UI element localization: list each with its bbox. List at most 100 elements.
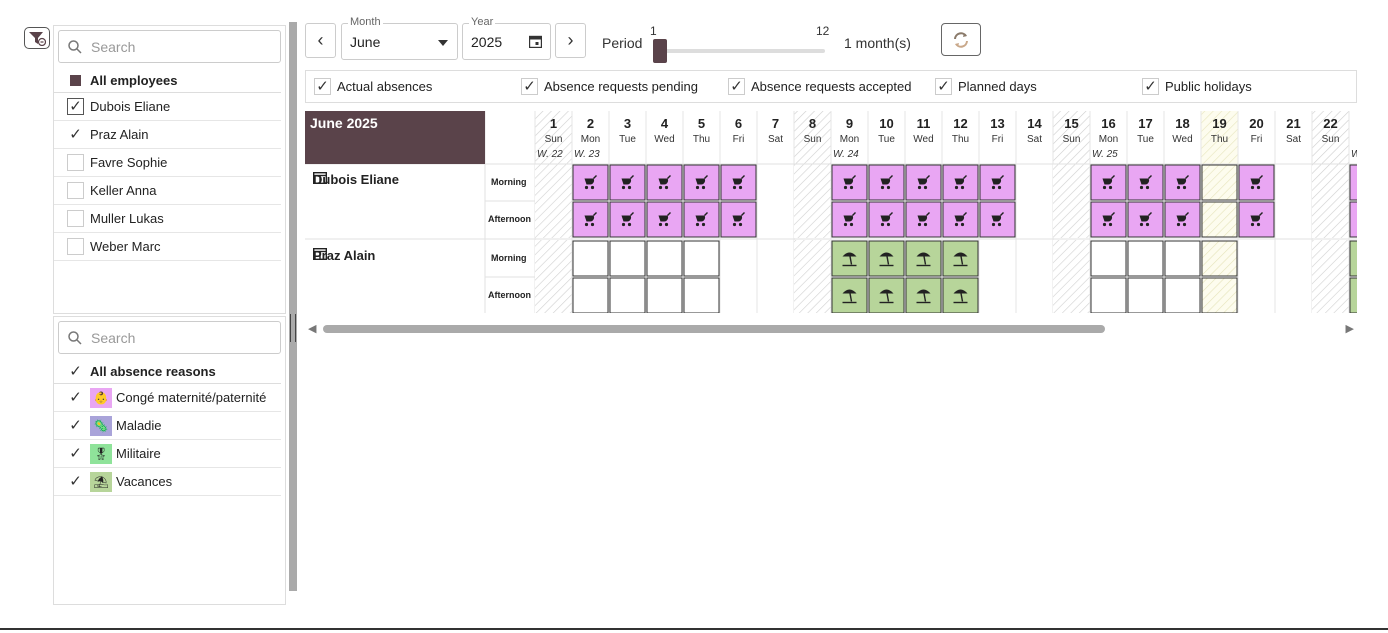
planned-day-cell[interactable] [1127, 240, 1164, 277]
absence-cell[interactable] [1349, 277, 1357, 313]
legend-requests-pending[interactable]: Absence requests pending [521, 78, 698, 95]
reason-search-input[interactable]: Search [58, 321, 281, 354]
calendar-employee-name[interactable]: Dubois Eliane [313, 172, 399, 187]
week-number-label: W. 25 [1092, 149, 1118, 160]
all-reasons-checkbox[interactable] [67, 363, 84, 380]
employee-checkbox[interactable] [67, 210, 84, 227]
month-select[interactable]: Month June [341, 16, 458, 60]
scrollbar-thumb[interactable] [323, 325, 1105, 333]
planned-day-cell[interactable] [683, 277, 720, 313]
legend-checkbox[interactable] [314, 78, 331, 95]
legend-requests-accepted[interactable]: Absence requests accepted [728, 78, 911, 95]
all-reasons-row[interactable]: All absence reasons [54, 360, 281, 384]
weekday-label: Wed [654, 134, 675, 145]
reason-checkbox[interactable] [67, 473, 84, 490]
reason-checkbox[interactable] [67, 389, 84, 406]
employee-checkbox[interactable] [67, 98, 84, 115]
reason-row[interactable]: ⛱ Vacances [54, 468, 281, 496]
all-employees-checkbox[interactable] [67, 72, 84, 89]
planned-day-cell[interactable] [609, 277, 646, 313]
reason-row[interactable]: 👶 Congé maternité/paternité [54, 384, 281, 412]
employee-row[interactable]: Favre Sophie [54, 149, 281, 177]
employee-row[interactable]: Praz Alain [54, 121, 281, 149]
absence-cell[interactable] [942, 240, 979, 277]
slot-label: Morning [491, 253, 527, 263]
holiday-cell[interactable] [1201, 240, 1238, 277]
absence-cell[interactable] [905, 277, 942, 313]
legend-checkbox[interactable] [1142, 78, 1159, 95]
filter-toggle-button[interactable] [24, 27, 50, 49]
bottom-border [0, 628, 1388, 630]
day-number: 3 [623, 116, 632, 131]
scroll-right-icon[interactable]: ▶ [1346, 322, 1354, 335]
employee-checkbox[interactable] [67, 182, 84, 199]
planned-day-cell[interactable] [1164, 277, 1201, 313]
planned-day-cell[interactable] [572, 240, 609, 277]
all-employees-row[interactable]: All employees [54, 69, 281, 93]
legend-planned-days[interactable]: Planned days [935, 78, 1037, 95]
absence-cell[interactable] [1349, 240, 1357, 277]
employee-checkbox[interactable] [67, 238, 84, 255]
weekend-cell [1053, 277, 1090, 313]
absence-cell[interactable] [868, 277, 905, 313]
planned-day-cell[interactable] [1090, 240, 1127, 277]
planned-day-cell[interactable] [572, 277, 609, 313]
slider-track[interactable] [655, 49, 825, 53]
absence-cell[interactable] [1349, 164, 1357, 201]
absence-cell[interactable] [868, 240, 905, 277]
absence-cell[interactable] [905, 240, 942, 277]
reason-checkbox[interactable] [67, 417, 84, 434]
slider-thumb[interactable] [653, 39, 667, 63]
weekday-label: Sun [1321, 134, 1340, 145]
calendar-icon[interactable] [529, 35, 542, 48]
employee-row[interactable]: Keller Anna [54, 177, 281, 205]
day-number: 10 [879, 116, 894, 131]
day-number: 21 [1286, 116, 1301, 131]
horizontal-scrollbar[interactable]: ◀ ▶ [305, 322, 1357, 336]
splitter-bar[interactable] [289, 22, 297, 591]
year-input[interactable]: Year 2025 [462, 16, 551, 60]
absence-cell[interactable] [942, 277, 979, 313]
planned-day-cell[interactable] [1164, 240, 1201, 277]
refresh-button[interactable] [941, 23, 981, 56]
planned-day-cell[interactable] [609, 240, 646, 277]
panel-splitter[interactable] [288, 22, 297, 591]
planned-day-cell[interactable] [683, 240, 720, 277]
planned-day-cell[interactable] [1090, 277, 1127, 313]
holiday-cell[interactable] [1201, 164, 1238, 201]
legend-actual-absences[interactable]: Actual absences [314, 78, 432, 95]
period-slider[interactable]: 1 12 [649, 24, 829, 65]
legend-checkbox[interactable] [728, 78, 745, 95]
month-title: June 2025 [305, 111, 485, 164]
holiday-cell[interactable] [1201, 277, 1238, 313]
employee-row[interactable]: Weber Marc [54, 233, 281, 261]
reason-row[interactable]: 🎖 Militaire [54, 440, 281, 468]
planned-day-cell[interactable] [1127, 277, 1164, 313]
next-month-button[interactable]: › [555, 23, 586, 58]
employee-row[interactable]: Muller Lukas [54, 205, 281, 233]
calendar-employee-name[interactable]: Praz Alain [313, 248, 375, 263]
employee-search-placeholder: Search [91, 38, 136, 55]
employee-checkbox[interactable] [67, 126, 84, 143]
weekend-cell [1053, 164, 1090, 201]
absence-cell[interactable] [831, 277, 868, 313]
planned-day-cell[interactable] [646, 277, 683, 313]
splitter-grip-icon[interactable] [290, 314, 296, 342]
employee-row[interactable]: Dubois Eliane [54, 93, 281, 121]
month-legend: Month [348, 16, 383, 28]
absence-cell[interactable] [1349, 201, 1357, 238]
employee-checkbox[interactable] [67, 154, 84, 171]
planned-day-cell[interactable] [646, 240, 683, 277]
weekend-cell [794, 201, 831, 238]
legend-checkbox[interactable] [521, 78, 538, 95]
reason-row[interactable]: 🦠 Maladie [54, 412, 281, 440]
scroll-left-icon[interactable]: ◀ [308, 322, 316, 335]
reason-checkbox[interactable] [67, 445, 84, 462]
previous-month-button[interactable]: ‹ [305, 23, 336, 58]
holiday-cell[interactable] [1201, 201, 1238, 238]
employee-search-input[interactable]: Search [58, 30, 281, 63]
legend-public-holidays[interactable]: Public holidays [1142, 78, 1252, 95]
day-number: 4 [660, 116, 669, 131]
absence-cell[interactable] [831, 240, 868, 277]
legend-checkbox[interactable] [935, 78, 952, 95]
